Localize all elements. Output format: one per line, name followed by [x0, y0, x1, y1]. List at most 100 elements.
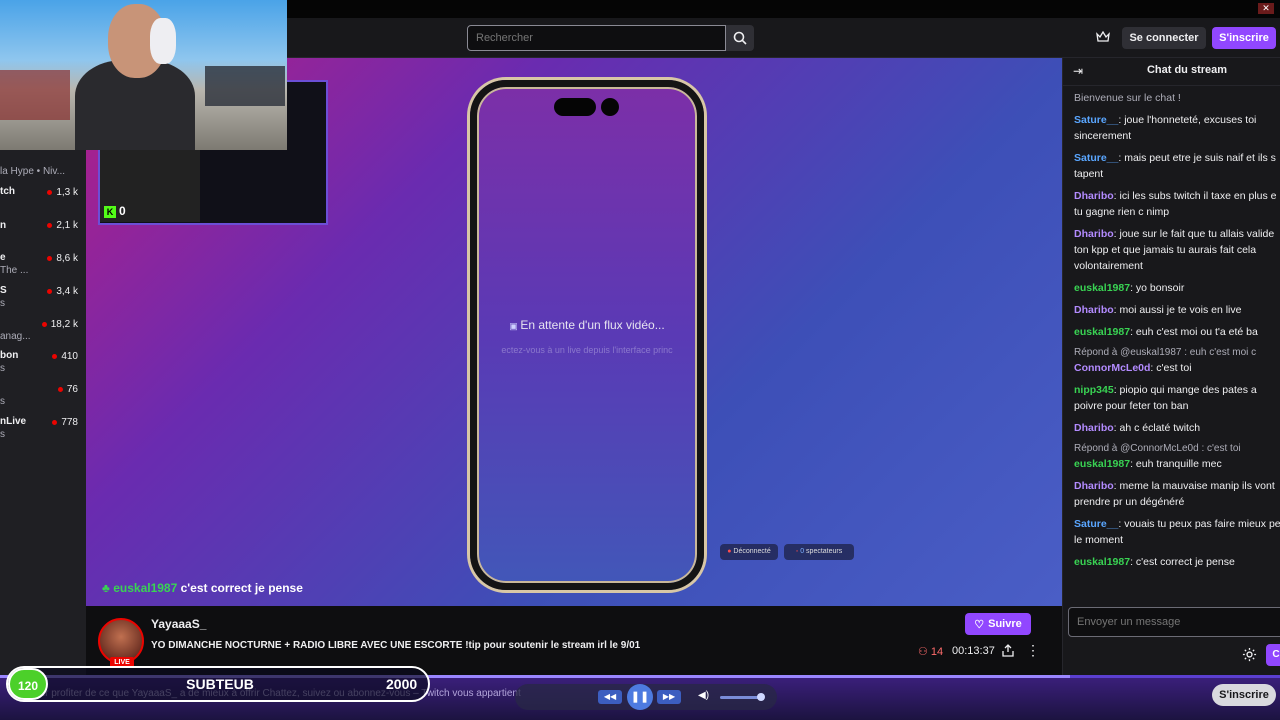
chat-message: euskal1987: euh c'est moi ou t'a eté ba [1074, 324, 1280, 340]
monitor-icon: ▣ [509, 321, 521, 331]
prime-crown-icon[interactable] [1096, 30, 1114, 46]
more-options-icon[interactable]: ⋮ [1026, 642, 1040, 659]
volume-icon[interactable]: ◀) [698, 690, 709, 701]
signup-button[interactable]: S'inscrire [1212, 27, 1276, 49]
share-icon[interactable] [1002, 644, 1016, 658]
live-dot-icon [47, 222, 53, 228]
chat-message: Sature__: vouais tu peux pas faire mieux… [1074, 516, 1280, 548]
chat-username[interactable]: Dharibo [1074, 422, 1114, 434]
sidebar-item-viewers: 76 [57, 384, 78, 395]
live-dot-icon [52, 419, 58, 425]
sidebar-item-name: n [0, 220, 7, 231]
chat-message: Sature__: joue l'honneteté, excuses toi … [1074, 112, 1280, 144]
chat-username[interactable]: Sature__ [1074, 152, 1118, 164]
search-input[interactable] [467, 25, 726, 51]
kick-follower-counter: K0 [104, 204, 126, 218]
pause-button[interactable]: ❚❚ [627, 684, 653, 710]
chat-username[interactable]: euskal1987 [1074, 326, 1130, 338]
sidebar-item-viewers: 778 [52, 417, 78, 428]
live-dot-icon [47, 288, 53, 294]
followed-channels-sidebar: la Hype • Niv... tch 1,3 k n 2,1 k e The ..… [0, 58, 86, 678]
phone-mockup [470, 80, 704, 590]
sidebar-item-name: e [0, 252, 6, 263]
webcam-image [0, 0, 287, 150]
chat-message: euskal1987: c'est correct je pense [1074, 554, 1280, 570]
chat-username[interactable]: Dharibo [1074, 480, 1114, 492]
viewer-count: ⚇ 14 [918, 646, 944, 658]
chat-message: Sature__: mais peut etre je suis naif et… [1074, 150, 1280, 182]
chat-message-text: : yo bonsoir [1130, 282, 1185, 294]
stream-title: YO DIMANCHE NOCTURNE + RADIO LIBRE AVEC … [151, 640, 641, 651]
chat-message-list: Bienvenue sur le chat ! Sature__: joue l'… [1074, 90, 1280, 576]
login-button[interactable]: Se connecter [1122, 27, 1206, 49]
chat-message: Répond à @euskal1987 : euh c'est moi c Co… [1074, 346, 1280, 376]
chat-title: Chat du stream [1146, 64, 1228, 76]
live-dot-icon [52, 353, 58, 359]
chat-reply-context: Répond à @ConnorMcLe0d : c'est toi [1074, 443, 1241, 454]
sidebar-item-viewers: 1,3 k [47, 187, 78, 198]
chat-message: Répond à @ConnorMcLe0d : c'est toi euskal… [1074, 442, 1280, 472]
chat-send-button[interactable]: C [1266, 644, 1280, 666]
chat-message: Dharibo: ah c éclaté twitch [1074, 420, 1280, 436]
sidebar-item-category: s [0, 396, 5, 407]
badge-icon: ♣ [102, 581, 114, 595]
search-button[interactable] [726, 25, 754, 51]
streamer-name[interactable]: YayaaaS_ [151, 617, 206, 631]
chat-message: nipp345: piopio qui mange des pates a po… [1074, 382, 1280, 414]
chat-username[interactable]: Dharibo [1074, 228, 1114, 240]
phone-camera-icon [601, 98, 619, 116]
chat-message: Bienvenue sur le chat ! [1074, 90, 1280, 106]
sidebar-item-viewers: 2,1 k [47, 220, 78, 231]
waiting-stream-text: ▣ En attente d'un flux vidéo... [509, 318, 665, 332]
sidebar-item-category: The ... [0, 265, 29, 276]
sidebar-header-text: la Hype • Niv... [0, 166, 65, 177]
chat-settings-gear-icon[interactable] [1242, 647, 1257, 662]
volume-slider-handle[interactable] [757, 693, 765, 701]
sub-goal-target: 2000 [386, 676, 418, 692]
sidebar-item-viewers: 410 [52, 351, 78, 362]
sidebar-item-category: s [0, 429, 5, 440]
chat-username[interactable]: nipp345 [1074, 384, 1114, 396]
search-icon [733, 31, 747, 45]
chat-message: Dharibo: moi aussi je te vois en live [1074, 302, 1280, 318]
sub-goal-current: 120 [8, 668, 48, 700]
chat-username[interactable]: euskal1987 [1074, 458, 1130, 470]
waiting-stream-hint: ectez-vous à un live depuis l'interface … [501, 345, 673, 355]
chat-username[interactable]: ConnorMcLe0d [1074, 362, 1150, 374]
sidebar-item-name: tch [0, 186, 15, 197]
sidebar-item-category: s [0, 363, 5, 374]
chat-input[interactable] [1068, 607, 1280, 637]
chat-username[interactable]: Sature__ [1074, 518, 1118, 530]
chat-message-text: : moi aussi je te vois en live [1113, 304, 1242, 316]
sidebar-item-name: nLive [0, 416, 27, 427]
chat-message: Dharibo: joue sur le fait que tu allais … [1074, 226, 1280, 274]
chat-reply-context: Répond à @euskal1987 : euh c'est moi c [1074, 347, 1257, 358]
chat-username[interactable]: euskal1987 [1074, 282, 1130, 294]
rewind-button[interactable]: ◀◀ [598, 690, 622, 704]
sidebar-item-viewers: 8,6 k [47, 253, 78, 264]
connection-status-pill: ● Déconnecté [720, 544, 778, 560]
chat-message: euskal1987: yo bonsoir [1074, 280, 1280, 296]
chat-message-text: Bienvenue sur le chat ! [1074, 92, 1181, 104]
heart-icon: ♡ [974, 618, 985, 631]
sidebar-item-name: bon [0, 350, 19, 361]
chat-message-text: : euh c'est moi ou t'a eté ba [1130, 326, 1258, 338]
follow-button[interactable]: ♡ Suivre [965, 613, 1031, 635]
chat-message: Dharibo: ici les subs twitch il taxe en … [1074, 188, 1280, 220]
chat-username[interactable]: Dharibo [1074, 190, 1114, 202]
person-icon: ⚇ [918, 646, 931, 658]
chat-message: Dharibo: meme la mauvaise manip ils vont… [1074, 478, 1280, 510]
sidebar-item-viewers: 3,4 k [47, 286, 78, 297]
chat-username[interactable]: euskal1987 [1074, 556, 1130, 568]
sidebar-item-category: s [0, 298, 5, 309]
stream-uptime: 00:13:37 [952, 645, 995, 657]
bottom-signup-button[interactable]: S'inscrire [1212, 684, 1276, 706]
live-dot-icon [47, 189, 53, 195]
live-dot-icon [41, 321, 47, 327]
fast-forward-button[interactable]: ▶▶ [657, 690, 681, 704]
chat-message-text: : c'est toi [1150, 362, 1192, 374]
chat-username[interactable]: Sature__ [1074, 114, 1118, 126]
chat-username[interactable]: Dharibo [1074, 304, 1114, 316]
sidebar-item-category: anag... [0, 331, 31, 342]
window-close-button[interactable]: ✕ [1258, 3, 1274, 14]
